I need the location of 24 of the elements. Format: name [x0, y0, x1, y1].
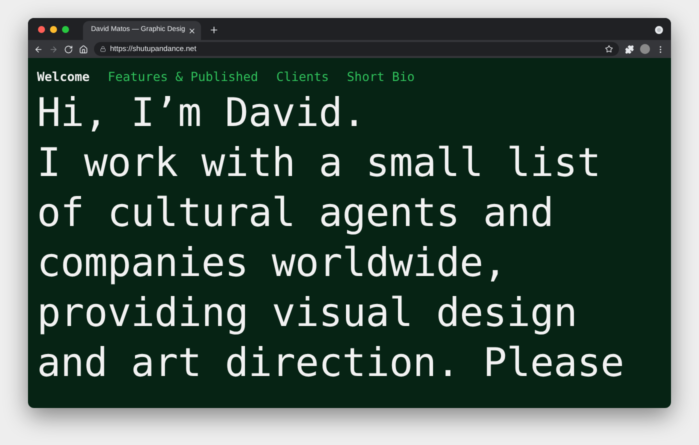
forward-icon[interactable]	[49, 44, 58, 54]
back-icon[interactable]	[34, 44, 43, 54]
record-icon[interactable]	[655, 26, 663, 34]
close-window-icon[interactable]	[38, 26, 45, 32]
intro-line: Hi, I’m David.	[37, 89, 366, 138]
extensions-icon[interactable]	[625, 44, 634, 54]
intro-line: companies worldwide,	[37, 239, 507, 288]
maximize-window-icon[interactable]	[62, 26, 69, 32]
home-icon[interactable]	[79, 44, 88, 54]
nav-link[interactable]: Features & Published	[108, 69, 258, 85]
intro-line: and art direction. Please	[37, 339, 624, 388]
minimize-window-icon[interactable]	[50, 26, 57, 32]
nav-link[interactable]: Clients	[276, 69, 329, 85]
reload-icon[interactable]	[64, 44, 73, 54]
close-icon[interactable]	[188, 26, 196, 34]
intro-line: I work with a small list	[37, 139, 601, 188]
intro-line: providing visual design	[37, 289, 578, 338]
nav-link[interactable]: Short Bio	[346, 69, 415, 85]
new-tab-icon[interactable]	[209, 25, 219, 35]
intro-line: of cultural agents and	[37, 189, 554, 238]
profile-avatar[interactable]	[640, 44, 650, 54]
lock-icon	[100, 46, 106, 52]
nav-link[interactable]: Welcome	[37, 69, 90, 85]
bookmark-star-icon[interactable]	[605, 45, 613, 53]
